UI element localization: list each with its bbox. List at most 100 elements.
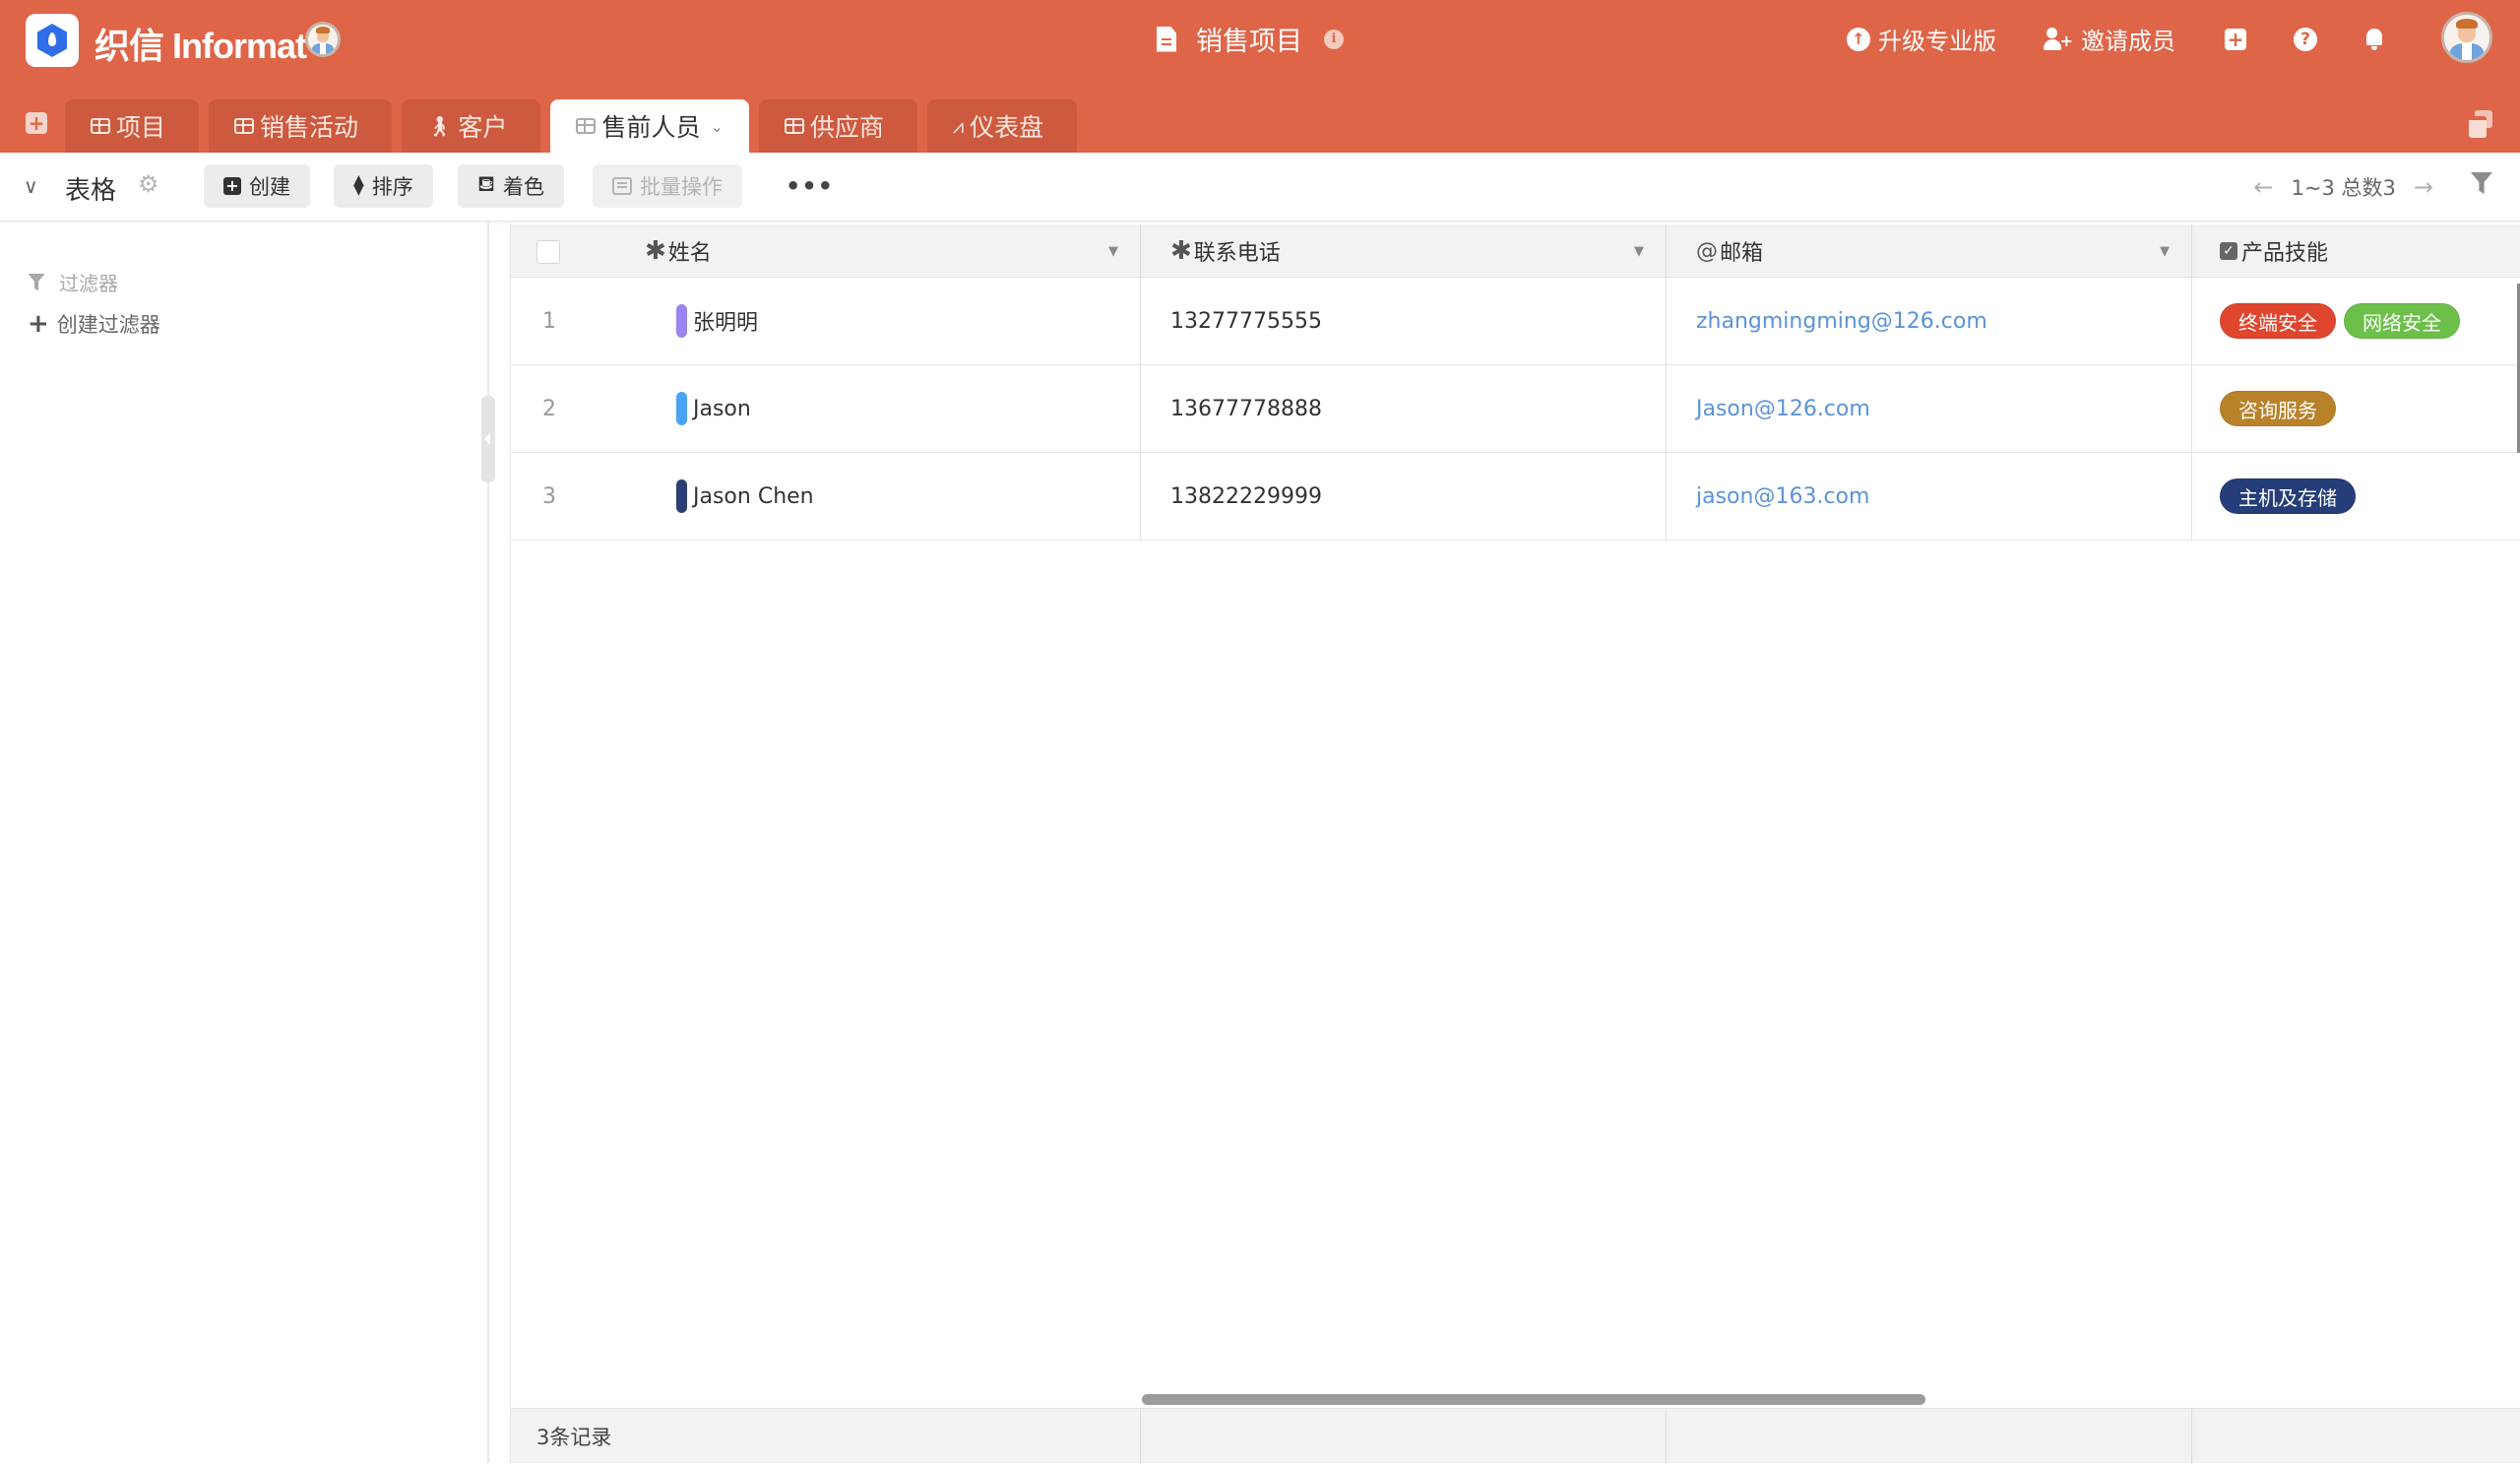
tab-sales-activities[interactable]: 销售活动 <box>209 99 393 153</box>
row-number: 1 <box>542 308 556 334</box>
invite-label: 邀请成员 <box>2081 28 2175 55</box>
cell-name[interactable]: 2 Jason <box>511 365 1141 452</box>
column-menu-caret-icon[interactable]: ▼ <box>1108 244 1118 259</box>
cell-skills[interactable]: 终端安全 网络安全 <box>2192 278 2520 364</box>
column-header-name[interactable]: ✱ 姓名 ▼ <box>511 224 1141 278</box>
required-asterisk-icon: ✱ <box>645 236 666 266</box>
column-header-email[interactable]: @ 邮箱 ▼ <box>1667 224 2192 278</box>
checkbox-checked-icon: ✓ <box>2220 242 2237 260</box>
tab-presales-staff[interactable]: 售前人员 ⌄ <box>550 99 749 153</box>
plus-icon: + <box>28 309 49 339</box>
notifications-button[interactable] <box>2364 28 2384 51</box>
row-number: 2 <box>542 396 556 421</box>
tab-customers[interactable]: 🚶︎ 客户 <box>402 99 541 153</box>
skill-tag: 终端安全 <box>2220 303 2336 339</box>
column-menu-caret-icon[interactable]: ▼ <box>2160 244 2170 259</box>
column-header-skills[interactable]: ✓ 产品技能 <box>2192 224 2520 278</box>
table-icon <box>784 118 804 134</box>
pagination-text: 1~3 总数3 <box>2291 176 2396 200</box>
create-button[interactable]: + 创建 <box>204 164 310 208</box>
filter-button[interactable] <box>2471 172 2494 196</box>
cell-email[interactable]: Jason@126.com <box>1667 365 2192 452</box>
pages-icon[interactable] <box>2469 110 2492 138</box>
table-footer: 3条记录 <box>511 1408 2520 1464</box>
cell-name[interactable]: 1 张明明 <box>511 278 1141 364</box>
skill-tag: 网络安全 <box>2344 303 2460 339</box>
cell-skills[interactable]: 咨询服务 <box>2192 365 2520 452</box>
view-toolbar: ∨ 表格 ⚙ + 创建 ▲ ▼ 排序 ⛾ 着色 批量操作 ••• ← 1~3 总数… <box>0 153 2520 222</box>
tab-label: 客户 <box>458 113 508 142</box>
next-page-arrow-icon[interactable]: → <box>2414 173 2433 201</box>
person-name: Jason <box>693 396 751 421</box>
create-label: 创建 <box>249 175 290 199</box>
cell-email[interactable]: zhangmingming@126.com <box>1667 278 2192 364</box>
invite-members-button[interactable]: + 邀请成员 <box>2044 22 2175 56</box>
column-label: 产品技能 <box>2241 241 2329 266</box>
footer-cell <box>1141 1409 1667 1464</box>
select-all-checkbox[interactable] <box>536 240 560 264</box>
prev-page-arrow-icon[interactable]: ← <box>2253 173 2273 201</box>
cell-phone[interactable]: 13822229999 <box>1141 453 1667 540</box>
plus-square-icon: + <box>223 177 241 195</box>
brand-name: 织信 Informat <box>94 26 307 66</box>
tab-suppliers[interactable]: 供应商 <box>758 99 917 153</box>
add-button[interactable]: + <box>2225 28 2246 50</box>
color-marker <box>676 304 687 338</box>
table-row[interactable]: 3 Jason Chen 13822229999 jason@163.com 主… <box>511 453 2520 541</box>
cell-phone[interactable]: 13677778888 <box>1141 365 1667 452</box>
batch-label: 批量操作 <box>640 175 723 199</box>
info-icon[interactable]: i <box>1324 29 1344 49</box>
filter-sidebar: 过滤器 + 创建过滤器 <box>0 223 489 1463</box>
walking-person-icon: 🚶︎ <box>427 114 453 138</box>
tab-label: 售前人员 <box>601 113 701 142</box>
user-avatar[interactable] <box>2441 12 2492 63</box>
question-circle-icon: ? <box>2294 27 2317 51</box>
column-label: 姓名 <box>667 241 712 266</box>
create-filter-button[interactable]: + 创建过滤器 <box>28 309 160 339</box>
column-header-phone[interactable]: ✱ 联系电话 ▼ <box>1141 224 1667 278</box>
paint-bucket-icon: ⛾ <box>477 172 495 197</box>
more-options-button[interactable]: ••• <box>786 172 834 200</box>
table-row[interactable]: 1 张明明 13277775555 zhangmingming@126.com … <box>511 278 2520 365</box>
view-settings-gear-icon[interactable]: ⚙ <box>138 170 159 198</box>
add-tab-button[interactable]: + <box>26 112 47 134</box>
email-link[interactable]: zhangmingming@126.com <box>1696 309 1987 334</box>
tab-dashboard[interactable]: ⩘ 仪表盘 <box>926 99 1078 153</box>
color-button[interactable]: ⛾ 着色 <box>458 164 564 208</box>
row-number: 3 <box>542 483 556 509</box>
workspace-avatar[interactable] <box>305 22 341 57</box>
horizontal-scrollbar[interactable] <box>1142 1394 1925 1405</box>
color-marker <box>676 392 687 425</box>
phone-number: 13277775555 <box>1170 308 1322 334</box>
cell-name[interactable]: 3 Jason Chen <box>511 453 1141 540</box>
line-chart-icon: ⩘ <box>952 114 965 138</box>
collapse-chevron-icon[interactable]: ∨ <box>24 174 38 198</box>
upgrade-label: 升级专业版 <box>1878 28 1996 55</box>
skill-tag: 主机及存储 <box>2220 478 2356 514</box>
app-logo[interactable] <box>26 14 79 67</box>
cell-email[interactable]: jason@163.com <box>1667 453 2192 540</box>
user-plus-icon: + <box>2044 27 2073 51</box>
cell-phone[interactable]: 13277775555 <box>1141 278 1667 364</box>
email-link[interactable]: jason@163.com <box>1696 484 1869 509</box>
person-name: Jason Chen <box>693 483 814 509</box>
chevron-down-icon[interactable]: ⌄ <box>710 117 723 136</box>
color-label: 着色 <box>502 175 544 199</box>
column-menu-caret-icon[interactable]: ▼ <box>1634 244 1644 259</box>
sidebar-collapse-handle[interactable] <box>481 396 495 482</box>
upgrade-button[interactable]: ↑ 升级专业版 <box>1847 22 1996 56</box>
table-row[interactable]: 2 Jason 13677778888 Jason@126.com 咨询服务 <box>511 365 2520 453</box>
cell-skills[interactable]: 主机及存储 <box>2192 453 2520 540</box>
tab-label: 销售活动 <box>260 113 359 142</box>
logo-icon <box>37 24 67 57</box>
document-icon <box>1157 26 1176 52</box>
view-name[interactable]: 表格 <box>65 170 116 207</box>
sort-button[interactable]: ▲ ▼ 排序 <box>334 164 433 208</box>
tab-projects[interactable]: 项目 <box>65 99 200 153</box>
help-button[interactable]: ? <box>2294 27 2317 51</box>
table-header: ✱ 姓名 ▼ ✱ 联系电话 ▼ @ 邮箱 ▼ ✓ 产品技能 <box>511 224 2520 278</box>
batch-operations-button[interactable]: 批量操作 <box>593 164 742 208</box>
arrow-up-circle-icon: ↑ <box>1847 27 1870 51</box>
email-link[interactable]: Jason@126.com <box>1696 397 1870 421</box>
column-label: 邮箱 <box>1720 241 1764 266</box>
